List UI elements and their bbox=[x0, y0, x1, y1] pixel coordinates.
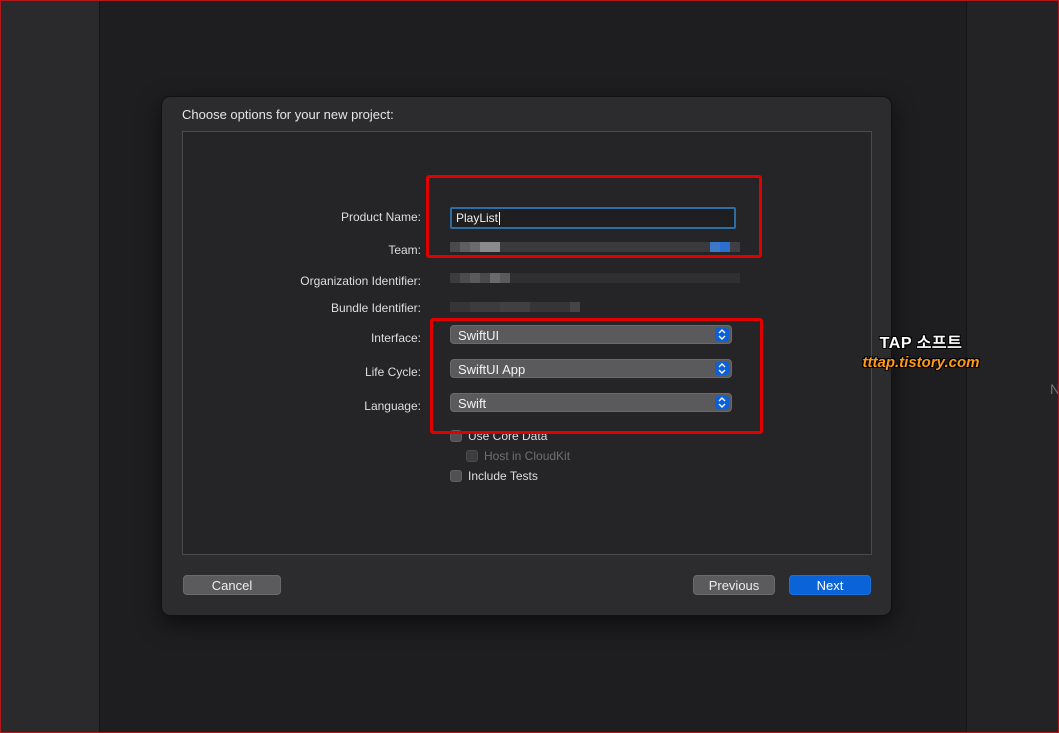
use-core-data-label: Use Core Data bbox=[468, 429, 548, 443]
include-tests-checkbox[interactable]: Include Tests bbox=[450, 469, 538, 483]
checkbox-box bbox=[450, 470, 462, 482]
new-project-options-sheet: Choose options for your new project: Pro… bbox=[162, 97, 891, 615]
product-name-value: PlayList bbox=[456, 211, 499, 225]
bundle-identifier-redacted bbox=[450, 302, 580, 312]
language-label: Language: bbox=[364, 399, 421, 413]
host-in-cloudkit-checkbox[interactable]: Host in CloudKit bbox=[466, 449, 570, 463]
life-cycle-value: SwiftUI App bbox=[458, 362, 526, 377]
interface-popup[interactable]: SwiftUI bbox=[450, 325, 732, 344]
options-panel: Product Name: PlayList Team: Organizatio… bbox=[182, 131, 872, 555]
organization-identifier-redacted[interactable] bbox=[450, 273, 740, 283]
checkbox-box bbox=[450, 430, 462, 442]
product-name-label: Product Name: bbox=[340, 210, 421, 224]
chevron-up-down-icon bbox=[715, 396, 729, 409]
next-button[interactable]: Next bbox=[789, 575, 871, 595]
previous-button[interactable]: Previous bbox=[693, 575, 775, 595]
language-popup[interactable]: Swift bbox=[450, 393, 732, 412]
navigator-pane-background bbox=[1, 1, 100, 732]
team-value-redacted[interactable] bbox=[450, 242, 740, 252]
host-in-cloudkit-label: Host in CloudKit bbox=[484, 449, 571, 463]
include-tests-label: Include Tests bbox=[468, 469, 538, 483]
text-caret bbox=[499, 212, 501, 226]
watermark: TAP 소프트 tttap.tistory.com bbox=[846, 329, 996, 371]
life-cycle-label: Life Cycle: bbox=[364, 365, 421, 379]
watermark-line-2: tttap.tistory.com bbox=[862, 354, 980, 371]
bundle-identifier-label: Bundle Identifier: bbox=[330, 301, 421, 315]
cancel-button[interactable]: Cancel bbox=[183, 575, 281, 595]
life-cycle-popup[interactable]: SwiftUI App bbox=[450, 359, 732, 378]
checkbox-box bbox=[466, 450, 478, 462]
partial-glyph: N bbox=[1050, 381, 1059, 397]
use-core-data-checkbox[interactable]: Use Core Data bbox=[450, 429, 547, 443]
product-name-field[interactable]: PlayList bbox=[450, 207, 736, 229]
interface-label: Interface: bbox=[370, 331, 421, 345]
chevron-up-down-icon bbox=[715, 362, 729, 375]
language-value: Swift bbox=[458, 396, 487, 411]
organization-identifier-label: Organization Identifier: bbox=[300, 274, 421, 288]
team-label: Team: bbox=[388, 243, 421, 257]
interface-value: SwiftUI bbox=[458, 328, 500, 343]
sheet-title: Choose options for your new project: bbox=[182, 107, 394, 122]
chevron-up-down-icon bbox=[715, 328, 729, 341]
watermark-line-1: TAP 소프트 bbox=[879, 335, 963, 352]
